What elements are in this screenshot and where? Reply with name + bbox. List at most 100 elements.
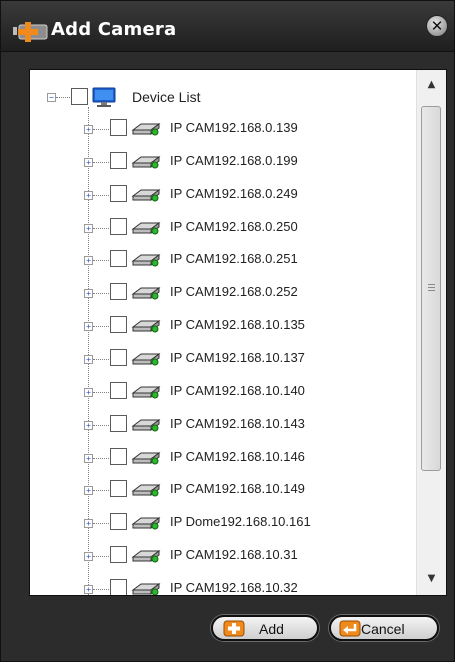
device-label: IP CAM192.168.10.137 [170, 350, 305, 365]
expand-icon[interactable]: + [84, 322, 93, 331]
camera-icon [131, 484, 161, 497]
expand-icon[interactable]: + [84, 519, 93, 528]
tree-connector [93, 228, 109, 229]
tree-item-row[interactable]: + IP CAM192.168.0.199 [30, 151, 416, 171]
device-label: IP CAM192.168.0.199 [170, 153, 298, 168]
tree-connector [93, 556, 109, 557]
device-checkbox[interactable] [110, 349, 127, 366]
camera-icon [131, 222, 161, 235]
camera-icon [131, 583, 161, 595]
camera-icon [131, 550, 161, 563]
expand-icon[interactable]: + [84, 552, 93, 561]
tree-item-row[interactable]: + IP Dome192.168.10.161 [30, 512, 416, 532]
expand-icon[interactable]: + [84, 388, 93, 397]
device-checkbox[interactable] [110, 415, 127, 432]
tree-connector [93, 129, 109, 130]
close-icon: ✕ [430, 17, 444, 35]
device-checkbox[interactable] [110, 480, 127, 497]
device-label: IP CAM192.168.10.149 [170, 481, 305, 496]
device-checkbox[interactable] [110, 448, 127, 465]
camera-icon [131, 517, 161, 530]
expand-icon[interactable]: + [84, 256, 93, 265]
tree-item-row[interactable]: + IP CAM192.168.10.32 [30, 578, 416, 595]
device-label: IP CAM192.168.10.32 [170, 580, 298, 595]
scroll-up-arrow-icon[interactable]: ▲ [417, 74, 446, 96]
device-label: IP CAM192.168.10.146 [170, 449, 305, 464]
expand-icon[interactable]: + [84, 289, 93, 298]
scroll-thumb[interactable] [421, 106, 441, 471]
device-checkbox[interactable] [110, 382, 127, 399]
tree-item-row[interactable]: + IP CAM192.168.0.249 [30, 184, 416, 204]
device-checkbox[interactable] [110, 152, 127, 169]
tree-connector [93, 326, 109, 327]
expand-icon[interactable]: + [84, 355, 93, 364]
tree-root-row[interactable]: − Device List [30, 87, 416, 107]
tree-connector [56, 97, 70, 98]
tree-connector [93, 359, 109, 360]
tree-item-row[interactable]: + IP CAM192.168.10.149 [30, 479, 416, 499]
device-checkbox[interactable] [110, 283, 127, 300]
root-label: Device List [132, 89, 201, 105]
tree-item-row[interactable]: + IP CAM192.168.10.140 [30, 381, 416, 401]
tree-item-row[interactable]: + IP CAM192.168.10.137 [30, 348, 416, 368]
vertical-scrollbar[interactable]: ▲ ▼ [416, 70, 446, 595]
tree-connector [93, 425, 109, 426]
expand-icon[interactable]: + [84, 421, 93, 430]
device-checkbox[interactable] [110, 546, 127, 563]
root-checkbox[interactable] [71, 88, 88, 105]
title-bar[interactable]: Add Camera ✕ [1, 1, 454, 52]
tree-item-row[interactable]: + IP CAM192.168.10.135 [30, 315, 416, 335]
device-label: IP CAM192.168.10.140 [170, 383, 305, 398]
camera-icon [131, 419, 161, 432]
device-checkbox[interactable] [110, 250, 127, 267]
expand-icon[interactable]: + [84, 191, 93, 200]
grip-line [428, 284, 435, 285]
return-arrow-icon [339, 620, 361, 637]
device-checkbox[interactable] [110, 185, 127, 202]
tree-item-row[interactable]: + IP CAM192.168.10.31 [30, 545, 416, 565]
device-checkbox[interactable] [110, 316, 127, 333]
device-label: IP CAM192.168.0.249 [170, 186, 298, 201]
collapse-icon[interactable]: − [47, 93, 56, 102]
tree-connector [93, 392, 109, 393]
tree-connector [93, 162, 109, 163]
expand-icon[interactable]: + [84, 486, 93, 495]
tree-connector [93, 490, 109, 491]
expand-icon[interactable]: + [84, 585, 93, 594]
camera-icon [131, 353, 161, 366]
camera-icon [131, 156, 161, 169]
expand-icon[interactable]: + [84, 224, 93, 233]
grip-line [428, 290, 435, 291]
device-label: IP CAM192.168.0.251 [170, 251, 298, 266]
tree-connector [93, 195, 109, 196]
tree-item-row[interactable]: + IP CAM192.168.10.146 [30, 447, 416, 467]
device-label: IP Dome192.168.10.161 [170, 514, 311, 529]
close-button[interactable]: ✕ [426, 15, 448, 37]
camera-icon [131, 386, 161, 399]
add-button[interactable]: Add [211, 615, 319, 641]
device-tree: − Device List + IP CAM192.168.0.139 + IP CA… [30, 70, 416, 595]
tree-item-row[interactable]: + IP CAM192.168.0.250 [30, 217, 416, 237]
expand-icon[interactable]: + [84, 158, 93, 167]
device-checkbox[interactable] [110, 218, 127, 235]
expand-icon[interactable]: + [84, 454, 93, 463]
device-label: IP CAM192.168.0.252 [170, 284, 298, 299]
tree-item-row[interactable]: + IP CAM192.168.0.139 [30, 118, 416, 138]
camera-icon [131, 320, 161, 333]
cancel-button[interactable]: Cancel [329, 615, 439, 641]
device-checkbox[interactable] [110, 579, 127, 595]
grip-line [428, 287, 435, 288]
add-button-label: Add [259, 621, 284, 637]
tree-connector [93, 293, 109, 294]
scroll-down-arrow-icon[interactable]: ▼ [417, 568, 446, 590]
device-checkbox[interactable] [110, 513, 127, 530]
tree-connector [93, 458, 109, 459]
tree-connector [93, 523, 109, 524]
device-checkbox[interactable] [110, 119, 127, 136]
tree-item-row[interactable]: + IP CAM192.168.0.251 [30, 249, 416, 269]
tree-item-row[interactable]: + IP CAM192.168.10.143 [30, 414, 416, 434]
tree-item-row[interactable]: + IP CAM192.168.0.252 [30, 282, 416, 302]
expand-icon[interactable]: + [84, 125, 93, 134]
add-camera-icon [13, 22, 48, 42]
device-tree-panel: − Device List + IP CAM192.168.0.139 + IP CA… [29, 69, 447, 596]
